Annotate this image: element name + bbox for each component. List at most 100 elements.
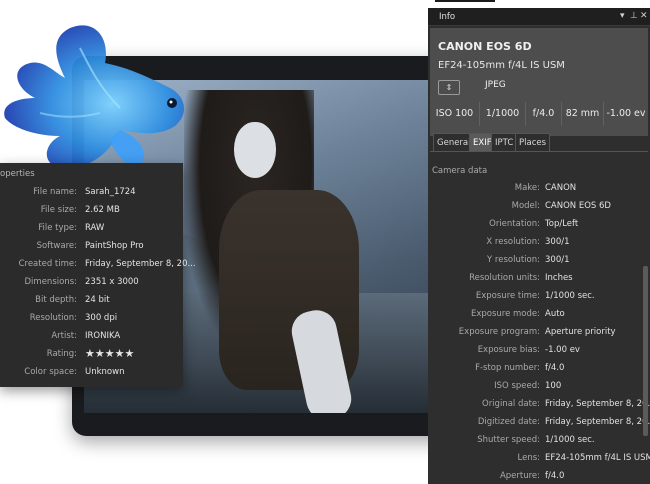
- exif-value: CANON: [545, 183, 577, 193]
- exif-row: Exposure mode: Auto: [428, 309, 650, 327]
- camera-lens: EF24-105mm f/4L IS USM: [438, 60, 565, 71]
- aperture-value: f/4.0: [526, 102, 562, 126]
- betta-fish-image: [4, 25, 185, 169]
- shooting-info-bar: ISO 100 1/1000 f/4.0 82 mm -1.00 ev: [430, 102, 648, 126]
- exif-row: Lens: EF24-105mm f/4L IS USM: [428, 453, 650, 471]
- exif-label: F-stop number:: [475, 363, 540, 373]
- prop-row-file-size: File size: 2.62 MB: [0, 205, 183, 223]
- exif-value: -1.00 ev: [545, 345, 580, 355]
- exif-value: 300/1: [545, 255, 570, 265]
- prop-value: Unknown: [85, 367, 125, 377]
- prop-row-color-space: Color space: Unknown: [0, 367, 183, 385]
- exif-value: Top/Left: [545, 219, 579, 229]
- exif-value: 100: [545, 381, 562, 391]
- exif-value: f/4.0: [545, 471, 565, 481]
- exif-value: CANON EOS 6D: [545, 201, 611, 211]
- exif-label: Exposure time:: [475, 291, 540, 301]
- prop-row-created-time: Created time: Friday, September 8, 20...: [0, 259, 196, 277]
- exif-label: Model:: [511, 201, 540, 211]
- prop-row-file-name: File name: Sarah_1724: [0, 187, 183, 205]
- prop-label: Software:: [36, 241, 77, 251]
- menu-dropdown-icon[interactable]: ▾: [620, 11, 625, 21]
- exif-value: EF24-105mm f/4L IS USM: [545, 453, 650, 463]
- exif-label: Resolution units:: [469, 273, 540, 283]
- section-camera-data: Camera data: [432, 166, 488, 176]
- exif-label: Make:: [514, 183, 540, 193]
- tab-iptc[interactable]: IPTC: [491, 133, 518, 151]
- exif-row: Model: CANON EOS 6D: [428, 201, 650, 219]
- prop-row-resolution: Resolution: 300 dpi: [0, 313, 183, 331]
- prop-value: PaintShop Pro: [85, 241, 144, 251]
- properties-title: operties: [0, 169, 35, 179]
- tab-divider: [430, 151, 648, 152]
- exif-row: Shutter speed: 1/1000 sec.: [428, 435, 650, 453]
- prop-value: IRONIKA: [85, 331, 121, 341]
- camera-summary: CANON EOS 6D EF24-105mm f/4L IS USM ⇕ JP…: [430, 28, 648, 136]
- prop-value: Sarah_1724: [85, 187, 136, 197]
- exif-label: Exposure mode:: [470, 309, 540, 319]
- info-panel: Info ▾ ⊥ ✕ CANON EOS 6D EF24-105mm f/4L …: [428, 8, 650, 484]
- camera-model: CANON EOS 6D: [438, 40, 532, 53]
- close-icon[interactable]: ✕: [640, 11, 648, 21]
- prop-row-bit-depth: Bit depth: 24 bit: [0, 295, 183, 313]
- exif-label: Digitized date:: [477, 417, 540, 427]
- properties-panel: operties File name: Sarah_1724 File size…: [0, 163, 196, 387]
- exif-label: Exposure program:: [458, 327, 540, 337]
- prop-value: 24 bit: [85, 295, 110, 305]
- exif-label: Lens:: [517, 453, 541, 463]
- exif-label: X resolution:: [486, 237, 540, 247]
- exif-label: ISO speed:: [494, 381, 540, 391]
- prop-row-rating: Rating: ★★★★★: [0, 348, 183, 367]
- prop-label: Bit depth:: [35, 295, 77, 305]
- exif-row: F-stop number: f/4.0: [428, 363, 650, 381]
- window-top-strip: [435, 0, 495, 2]
- exif-value: Auto: [545, 309, 565, 319]
- file-format: JPEG: [485, 80, 506, 90]
- prop-label: Resolution:: [29, 313, 77, 323]
- prop-value: 2.62 MB: [85, 205, 120, 215]
- exif-row: Original date: Friday, September 8, 20...: [428, 399, 650, 417]
- info-title: Info: [439, 12, 456, 22]
- exif-value: Aperture priority: [545, 327, 616, 337]
- exif-row: Exposure time: 1/1000 sec.: [428, 291, 650, 309]
- prop-row-file-type: File type: RAW: [0, 223, 183, 241]
- exif-row: Make: CANON: [428, 183, 650, 201]
- exif-label: Shutter speed:: [477, 435, 540, 445]
- exif-label: Aperture:: [499, 471, 540, 481]
- tab-places[interactable]: Places: [515, 133, 551, 151]
- prop-value: 2351 x 3000: [85, 277, 139, 287]
- exif-value: Friday, September 8, 20...: [545, 399, 650, 409]
- prop-label: Artist:: [51, 331, 77, 341]
- prop-label: Created time:: [18, 259, 77, 269]
- exif-row: Exposure program: Aperture priority: [428, 327, 650, 345]
- info-scrollbar[interactable]: [643, 266, 648, 436]
- exif-row: ISO speed: 100: [428, 381, 650, 399]
- exif-row: Aperture: f/4.0: [428, 471, 650, 484]
- info-titlebar: Info ▾ ⊥ ✕: [428, 8, 650, 26]
- exif-value: 1/1000 sec.: [545, 435, 595, 445]
- exif-row: Resolution units: Inches: [428, 273, 650, 291]
- prop-value: RAW: [85, 223, 105, 233]
- exif-label: Exposure bias:: [477, 345, 540, 355]
- exif-label: Orientation:: [489, 219, 540, 229]
- prop-row-dimensions: Dimensions: 2351 x 3000: [0, 277, 183, 295]
- prop-value: 300 dpi: [85, 313, 118, 323]
- rating-stars[interactable]: ★★★★★: [85, 348, 134, 359]
- pin-icon[interactable]: ⊥: [630, 11, 638, 21]
- exif-row: Orientation: Top/Left: [428, 219, 650, 237]
- exif-row: Y resolution: 300/1: [428, 255, 650, 273]
- prop-row-software: Software: PaintShop Pro: [0, 241, 183, 259]
- focal-length-value: 82 mm: [562, 102, 604, 126]
- format-toggle-button[interactable]: ⇕: [438, 80, 460, 95]
- prop-label: File type:: [38, 223, 77, 233]
- exif-label: Original date:: [482, 399, 540, 409]
- prop-label: Dimensions:: [24, 277, 77, 287]
- shutter-value: 1/1000: [480, 102, 526, 126]
- prop-label: Rating:: [46, 349, 77, 359]
- prop-value: Friday, September 8, 20...: [85, 259, 196, 269]
- exif-value: Friday, September 8, 20...: [545, 417, 650, 427]
- iso-value: ISO 100: [430, 102, 480, 126]
- prop-label: File size:: [40, 205, 77, 215]
- prop-label: File name:: [33, 187, 77, 197]
- exif-value: Inches: [545, 273, 573, 283]
